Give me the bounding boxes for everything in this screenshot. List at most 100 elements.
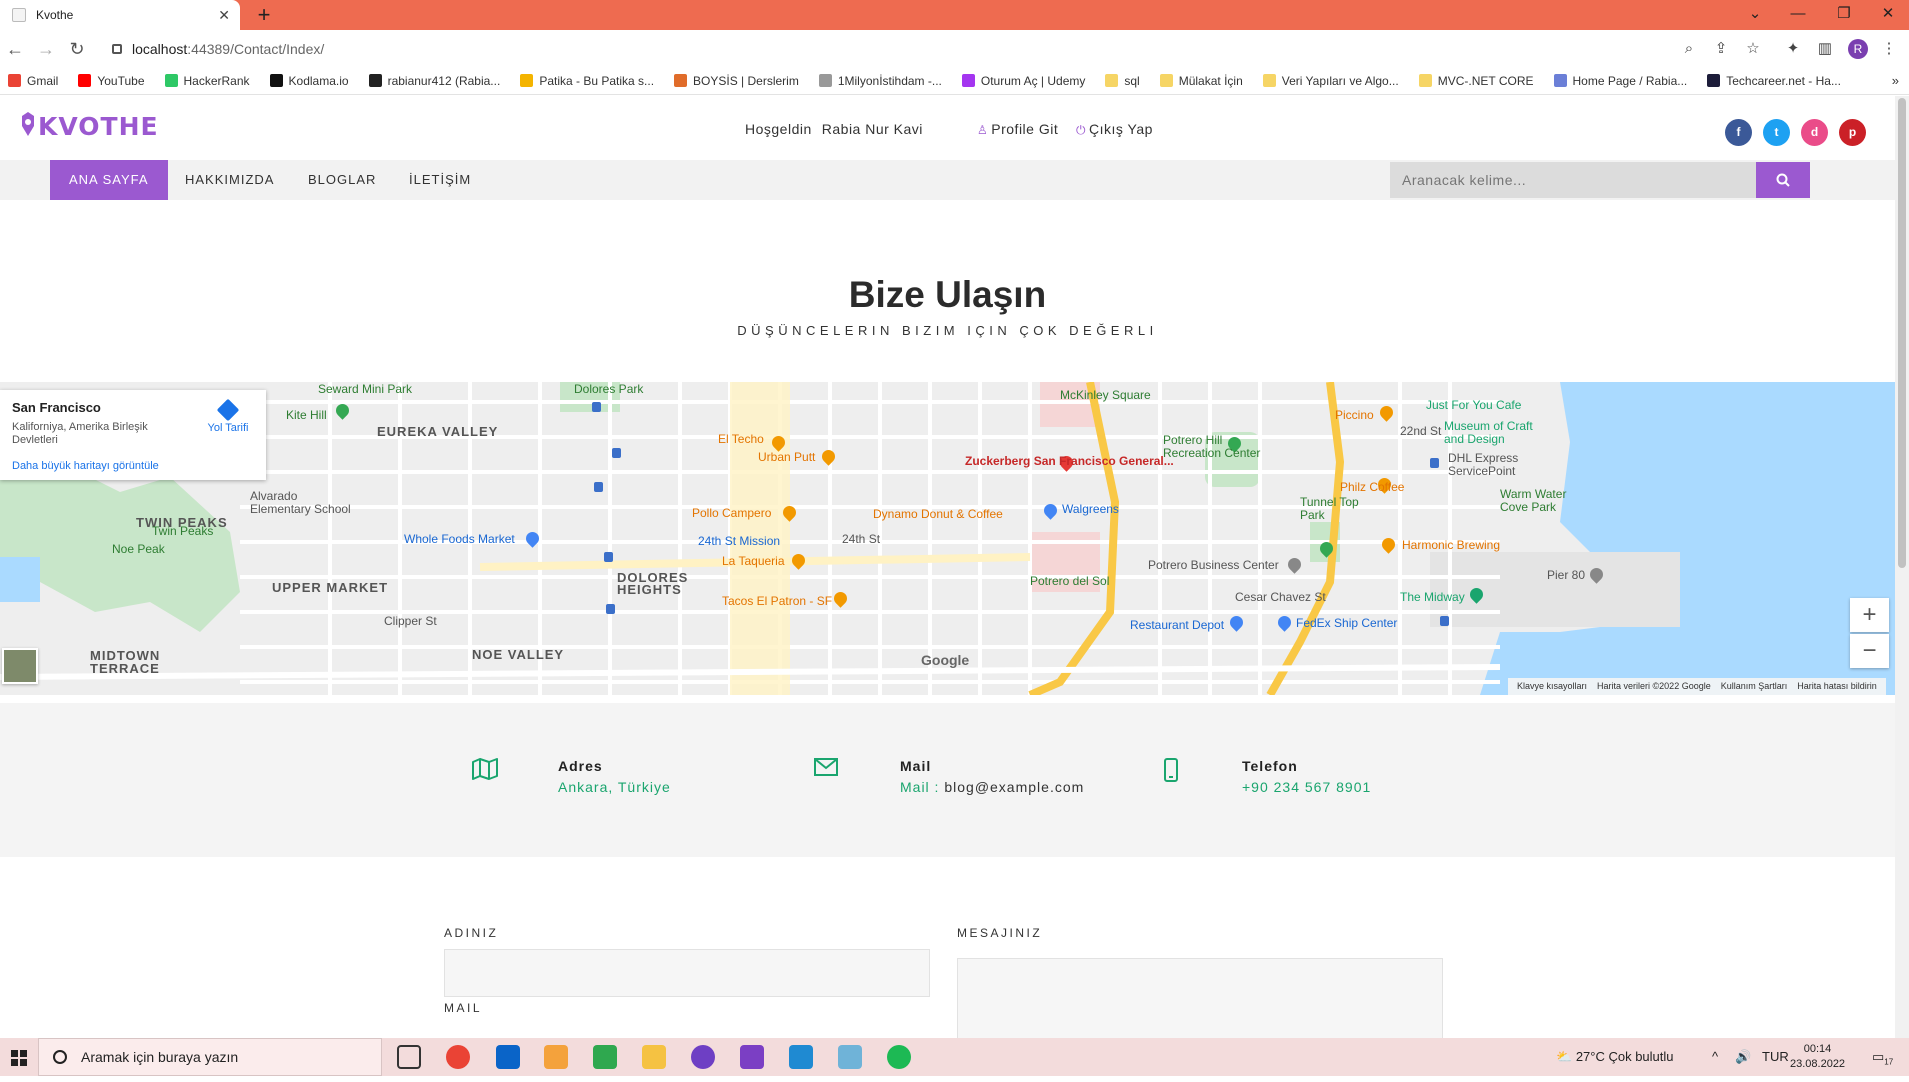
zoom-icon[interactable]: ⌕	[1676, 36, 1702, 62]
bookmark-item[interactable]: Patika - Bu Patika s...	[520, 74, 654, 88]
bookmark-item[interactable]: Kodlama.io	[269, 74, 349, 88]
satellite-toggle[interactable]	[2, 648, 38, 684]
nav-about[interactable]: HAKKIMIZDA	[166, 160, 293, 200]
restore-button[interactable]: ❐	[1824, 0, 1864, 30]
url-field[interactable]: localhost:44389/Contact/Index/	[100, 35, 1700, 63]
name-input[interactable]	[444, 949, 930, 997]
facebook-icon[interactable]: f	[1725, 119, 1752, 146]
bookmark-item[interactable]: rabianur412 (Rabia...	[368, 74, 500, 88]
spotify-icon[interactable]	[887, 1045, 911, 1069]
windows-start-button[interactable]	[0, 1038, 38, 1076]
chrome-app-icon[interactable]	[446, 1045, 470, 1069]
logout-link-label: Çıkış Yap	[1089, 121, 1153, 137]
clock-date: 23.08.2022	[1790, 1058, 1846, 1070]
contact-form: ADINIZ MAIL MESAJINIZ	[0, 857, 1895, 1038]
site-search-input[interactable]	[1390, 162, 1756, 198]
profile-avatar[interactable]: R	[1848, 39, 1868, 59]
nav-home[interactable]: ANA SAYFA	[50, 160, 168, 200]
bookmark-item[interactable]: Home Page / Rabia...	[1553, 73, 1688, 88]
new-tab-button[interactable]: +	[252, 3, 276, 27]
notifications-icon[interactable]: ▭17	[1872, 1038, 1893, 1076]
map-poi: Noe Peak	[112, 542, 165, 556]
twitter-icon[interactable]: t	[1763, 119, 1790, 146]
bookmark-item[interactable]: Techcareer.net - Ha...	[1707, 74, 1841, 88]
welcome-message: Hoşgeldin Rabia Nur Kavi	[745, 121, 933, 137]
bookmark-star-icon[interactable]: ☆	[1740, 36, 1766, 62]
bookmark-item[interactable]: YouTube	[78, 73, 145, 88]
bookmark-item[interactable]: BOYSİS | Derslerim	[674, 74, 799, 88]
weather-icon: ⛅	[1556, 1049, 1573, 1064]
page-title: Bize Ulaşın	[848, 274, 1047, 315]
forward-arrow-icon[interactable]: →	[33, 36, 59, 62]
side-panel-icon[interactable]: ▥	[1812, 36, 1838, 62]
vscode-icon[interactable]	[789, 1045, 813, 1069]
snipping-tool-icon[interactable]	[593, 1045, 617, 1069]
bookmark-label: YouTube	[97, 73, 145, 88]
google-map[interactable]: EUREKA VALLEY TWIN PEAKS UPPER MARKET DO…	[0, 382, 1895, 695]
map-area-label: TERRACE	[90, 661, 160, 676]
bookmarks-bar: Gmail YouTube HackerRank Kodlama.io rabianur…	[0, 67, 1909, 95]
bookmark-item[interactable]: Mülakat İçin	[1159, 74, 1243, 88]
zoom-out-button[interactable]: −	[1850, 634, 1889, 668]
dribbble-icon[interactable]: d	[1801, 119, 1828, 146]
directions-button[interactable]: Yol Tarifi	[200, 398, 256, 434]
map-street-label: 22nd St	[1400, 424, 1442, 438]
bookmark-item[interactable]: 1Milyonİstihdam -...	[818, 74, 942, 88]
input-language[interactable]: TUR	[1762, 1038, 1789, 1076]
contact-mail-title: Mail	[900, 758, 932, 774]
github-desktop-icon[interactable]	[691, 1045, 715, 1069]
bookmark-item[interactable]: sql	[1105, 74, 1140, 88]
share-icon[interactable]: ⇪	[1708, 36, 1734, 62]
map-area-label: HEIGHTS	[617, 582, 682, 597]
file-explorer-icon[interactable]	[642, 1045, 666, 1069]
bookmark-label: Home Page / Rabia...	[1572, 73, 1688, 88]
bus-stop-icon	[1430, 458, 1439, 468]
taskbar-search[interactable]: Aramak için buraya yazın	[38, 1038, 382, 1076]
back-arrow-icon[interactable]: ←	[2, 36, 28, 62]
bookmark-item[interactable]: Veri Yapıları ve Algo...	[1262, 74, 1399, 88]
nav-blogs[interactable]: BLOGLAR	[289, 160, 395, 200]
more-bookmarks-icon[interactable]: »	[1892, 73, 1899, 88]
contact-phone-value: +90 234 567 8901	[1242, 779, 1372, 795]
close-tab-icon[interactable]: ✕	[218, 7, 230, 24]
app-icon[interactable]	[544, 1045, 568, 1069]
volume-icon[interactable]: 🔊	[1735, 1038, 1751, 1076]
terms-link[interactable]: Kullanım Şartları	[1721, 681, 1788, 691]
minimize-button[interactable]: —	[1778, 0, 1818, 30]
close-window-button[interactable]: ✕	[1868, 0, 1908, 30]
bookmark-item[interactable]: HackerRank	[164, 73, 250, 88]
logout-link[interactable]: ⏻ Çıkış Yap	[1076, 121, 1153, 138]
zoom-in-button[interactable]: +	[1850, 598, 1889, 632]
visual-studio-icon[interactable]	[740, 1045, 764, 1069]
pinterest-icon[interactable]: p	[1839, 119, 1866, 146]
bus-stop-icon	[1440, 616, 1449, 626]
site-search-button[interactable]	[1756, 162, 1810, 198]
menu-kebab-icon[interactable]: ⋮	[1876, 36, 1902, 62]
message-textarea[interactable]	[957, 958, 1443, 1038]
bigger-map-link[interactable]: Daha büyük haritayı görüntüle	[12, 460, 159, 472]
report-error-link[interactable]: Harita hatası bildirin	[1797, 681, 1877, 691]
tab-search-icon[interactable]: ⌄	[1735, 0, 1775, 30]
app-icon[interactable]	[838, 1045, 862, 1069]
browser-tab[interactable]: Kvothe ✕	[0, 0, 240, 30]
bookmark-label: HackerRank	[183, 73, 250, 88]
task-view-icon[interactable]	[397, 1045, 421, 1069]
windows-logo-icon	[11, 1050, 27, 1066]
bookmark-item[interactable]: MVC-.NET CORE	[1418, 74, 1534, 88]
user-name: Rabia Nur Kavi	[821, 121, 923, 137]
page-scrollbar[interactable]	[1895, 96, 1909, 1038]
keyboard-shortcuts-link[interactable]: Klavye kısayolları	[1517, 681, 1587, 691]
nav-contact[interactable]: İLETİŞİM	[390, 160, 490, 200]
bookmark-item[interactable]: Oturum Aç | Udemy	[961, 74, 1085, 88]
system-clock[interactable]: 00:14 23.08.2022	[1790, 1042, 1845, 1072]
weather-widget[interactable]: ⛅ 27°C Çok bulutlu	[1556, 1038, 1674, 1076]
contact-mail-value[interactable]: blog@example.com	[944, 779, 1084, 795]
extensions-icon[interactable]: ✦	[1780, 36, 1806, 62]
profile-link[interactable]: ♙ Profile Git	[977, 121, 1058, 137]
bookmark-item[interactable]: Gmail	[8, 74, 58, 88]
scrollbar-thumb[interactable]	[1898, 98, 1906, 568]
tray-chevron-icon[interactable]: ^	[1712, 1038, 1718, 1076]
reload-icon[interactable]: ↻	[64, 36, 90, 62]
site-logo[interactable]: KVOTHE	[20, 112, 159, 141]
mail-app-icon[interactable]	[496, 1045, 520, 1069]
